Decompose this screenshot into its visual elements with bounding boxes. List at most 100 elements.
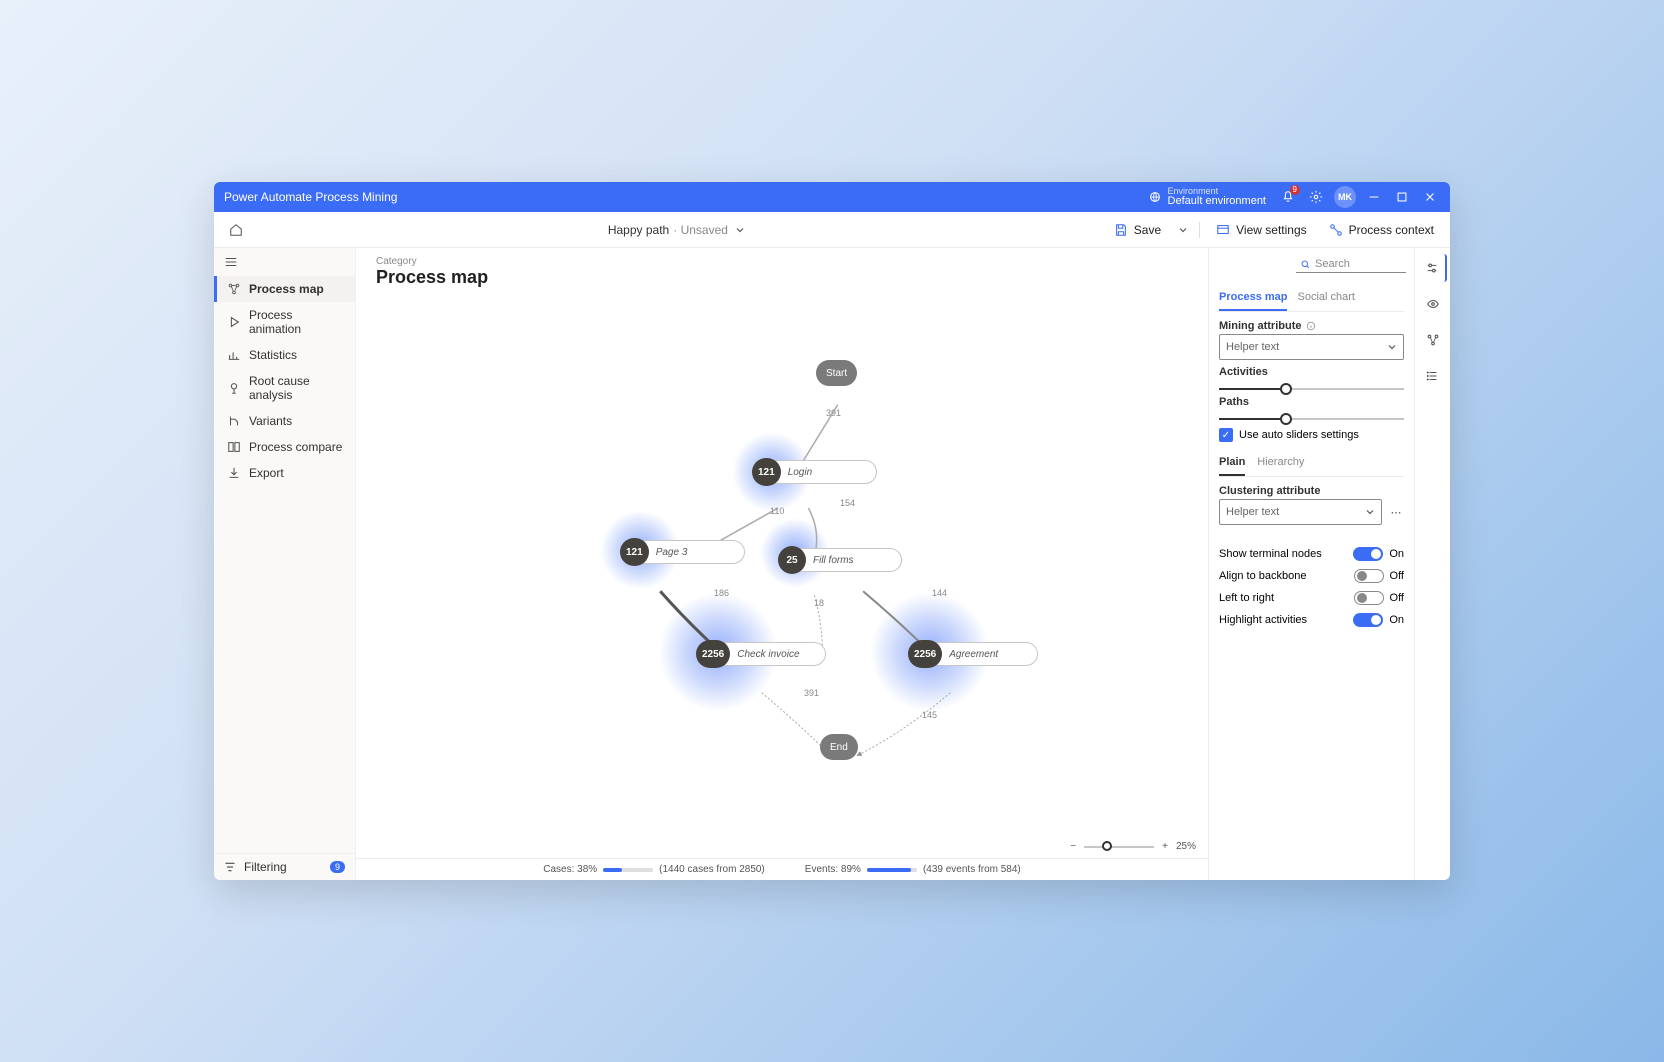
process-context-icon <box>1329 223 1343 237</box>
page-category: Category <box>376 256 1188 267</box>
cases-detail: (1440 cases from 2850) <box>659 864 765 875</box>
mining-attribute-select[interactable]: Helper text <box>1219 334 1404 360</box>
minimize-button[interactable] <box>1360 183 1388 211</box>
zoom-control: − + 25% <box>1070 841 1196 852</box>
tab-social-chart[interactable]: Social chart <box>1297 287 1354 311</box>
settings-panel: Search Process map Social chart Mining a… <box>1208 248 1414 880</box>
maximize-icon <box>1395 190 1409 204</box>
environment-label: Environment <box>1168 187 1266 196</box>
filtering-button[interactable]: Filtering 9 <box>214 853 355 880</box>
page-title: Process map <box>376 267 1188 288</box>
toggle-switch[interactable] <box>1354 591 1384 605</box>
node-login[interactable]: 121 Login <box>752 458 877 486</box>
zoom-in-button[interactable]: + <box>1162 841 1168 852</box>
toggle-switch[interactable] <box>1354 569 1384 583</box>
chevron-down-icon <box>732 225 748 235</box>
minimize-icon <box>1367 190 1381 204</box>
sidebar-item-root-cause[interactable]: Root cause analysis <box>214 368 355 408</box>
process-context-button[interactable]: Process context <box>1321 219 1442 241</box>
events-detail: (439 events from 584) <box>923 864 1021 875</box>
home-button[interactable] <box>222 216 250 244</box>
auto-sliders-checkbox[interactable]: ✓ Use auto sliders settings <box>1219 428 1404 442</box>
gear-icon <box>1309 190 1323 204</box>
hamburger-button[interactable] <box>214 248 355 276</box>
stats-icon <box>227 348 241 362</box>
rail-settings[interactable] <box>1419 254 1447 282</box>
sidebar-item-process-compare[interactable]: Process compare <box>214 434 355 460</box>
node-check-invoice[interactable]: 2256 Check invoice <box>696 640 826 668</box>
sidebar-item-process-animation[interactable]: Process animation <box>214 302 355 342</box>
info-icon <box>1306 321 1316 331</box>
zoom-value: 25% <box>1176 841 1196 852</box>
close-button[interactable] <box>1416 183 1444 211</box>
document-title-area[interactable]: Happy path · Unsaved <box>256 223 1100 237</box>
search-input[interactable]: Search <box>1296 256 1406 273</box>
view-settings-icon <box>1216 223 1230 237</box>
right-icon-rail <box>1414 248 1450 880</box>
home-icon <box>229 223 243 237</box>
start-node[interactable]: Start <box>816 360 857 386</box>
toolbar: Happy path · Unsaved Save View settings … <box>214 212 1450 248</box>
toggle-switch[interactable] <box>1353 613 1383 627</box>
app-title: Power Automate Process Mining <box>224 190 397 204</box>
clustering-more[interactable]: ⋯ <box>1388 506 1404 519</box>
toggle-switch[interactable] <box>1353 547 1383 561</box>
node-fill-forms[interactable]: 25 Fill forms <box>778 546 902 574</box>
view-settings-button[interactable]: View settings <box>1208 219 1314 241</box>
paths-slider[interactable] <box>1219 418 1404 420</box>
clustering-select[interactable]: Helper text <box>1219 499 1382 525</box>
eye-icon <box>1426 297 1440 311</box>
main-area: Category Process map <box>356 248 1208 880</box>
hamburger-icon <box>224 255 238 269</box>
user-avatar[interactable]: MK <box>1334 186 1356 208</box>
rail-nodes[interactable] <box>1419 326 1447 354</box>
zoom-slider[interactable] <box>1084 846 1154 848</box>
filtering-count: 9 <box>330 861 345 873</box>
settings-button[interactable] <box>1302 183 1330 211</box>
process-map-icon <box>227 282 241 296</box>
paths-label: Paths <box>1219 396 1404 408</box>
activities-label: Activities <box>1219 366 1404 378</box>
zoom-out-button[interactable]: − <box>1070 841 1076 852</box>
process-map-canvas[interactable]: Start 121 Login 121 Page 3 25 Fill forms… <box>356 292 1208 858</box>
toggle-highlight-activities: Highlight activities On <box>1219 613 1404 627</box>
sidebar: Process map Process animation Statistics… <box>214 248 356 880</box>
sidebar-item-process-map[interactable]: Process map <box>214 276 355 302</box>
environment-picker[interactable]: Environment Default environment <box>1148 187 1266 207</box>
node-agreement[interactable]: 2256 Agreement <box>908 640 1038 668</box>
cases-label: Cases: 38% <box>543 864 597 875</box>
filter-icon <box>224 861 236 873</box>
rail-list[interactable] <box>1419 362 1447 390</box>
save-dropdown[interactable] <box>1175 225 1191 235</box>
save-icon <box>1114 223 1128 237</box>
clustering-label: Clustering attribute <box>1219 485 1404 497</box>
document-name: Happy path <box>608 223 669 237</box>
tab-process-map[interactable]: Process map <box>1219 287 1287 311</box>
environment-icon <box>1148 190 1162 204</box>
save-button[interactable]: Save <box>1106 219 1169 241</box>
subtab-plain[interactable]: Plain <box>1219 452 1245 476</box>
list-icon <box>1426 369 1440 383</box>
cases-bar <box>603 868 653 872</box>
mining-attribute-label: Mining attribute <box>1219 320 1404 332</box>
rail-view[interactable] <box>1419 290 1447 318</box>
subtab-hierarchy[interactable]: Hierarchy <box>1257 452 1304 476</box>
sidebar-item-statistics[interactable]: Statistics <box>214 342 355 368</box>
end-node[interactable]: End <box>820 734 858 760</box>
checkbox-checked-icon: ✓ <box>1219 428 1233 442</box>
toggle-align-backbone: Align to backbone Off <box>1219 569 1404 583</box>
sidebar-item-export[interactable]: Export <box>214 460 355 486</box>
sidebar-item-variants[interactable]: Variants <box>214 408 355 434</box>
maximize-button[interactable] <box>1388 183 1416 211</box>
play-icon <box>227 315 241 329</box>
notifications-button[interactable]: 9 <box>1274 183 1302 211</box>
chevron-down-icon <box>1387 342 1397 352</box>
events-bar <box>867 868 917 872</box>
app-window: Power Automate Process Mining Environmen… <box>214 182 1450 880</box>
activities-slider[interactable] <box>1219 388 1404 390</box>
nodes-icon <box>1426 333 1440 347</box>
toggle-left-to-right: Left to right Off <box>1219 591 1404 605</box>
status-bar: Cases: 38% (1440 cases from 2850) Events… <box>356 858 1208 880</box>
edges-layer <box>356 292 1208 858</box>
node-page-3[interactable]: 121 Page 3 <box>620 538 745 566</box>
